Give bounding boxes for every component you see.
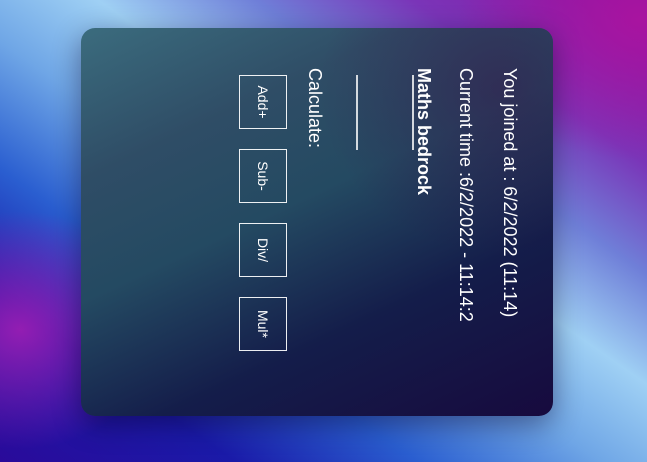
current-time-text: Current time :6/2/2022 - 11:14:2 [456,68,476,322]
divide-button[interactable]: Div/ [239,223,287,277]
multiply-button[interactable]: Mul* [239,297,287,351]
page-title: Maths bedrock [414,68,434,196]
rotated-content: You joined at : 6/2/2022 (11:14) Current… [81,28,553,416]
subtract-button[interactable]: Sub- [239,149,287,203]
main-card: You joined at : 6/2/2022 (11:14) Current… [81,28,553,416]
first-number-input[interactable] [412,75,414,150]
calculate-label: Calculate: [305,68,325,149]
second-number-input[interactable] [356,75,358,150]
joined-time-text: You joined at : 6/2/2022 (11:14) [500,68,520,318]
add-button[interactable]: Add+ [239,75,287,129]
